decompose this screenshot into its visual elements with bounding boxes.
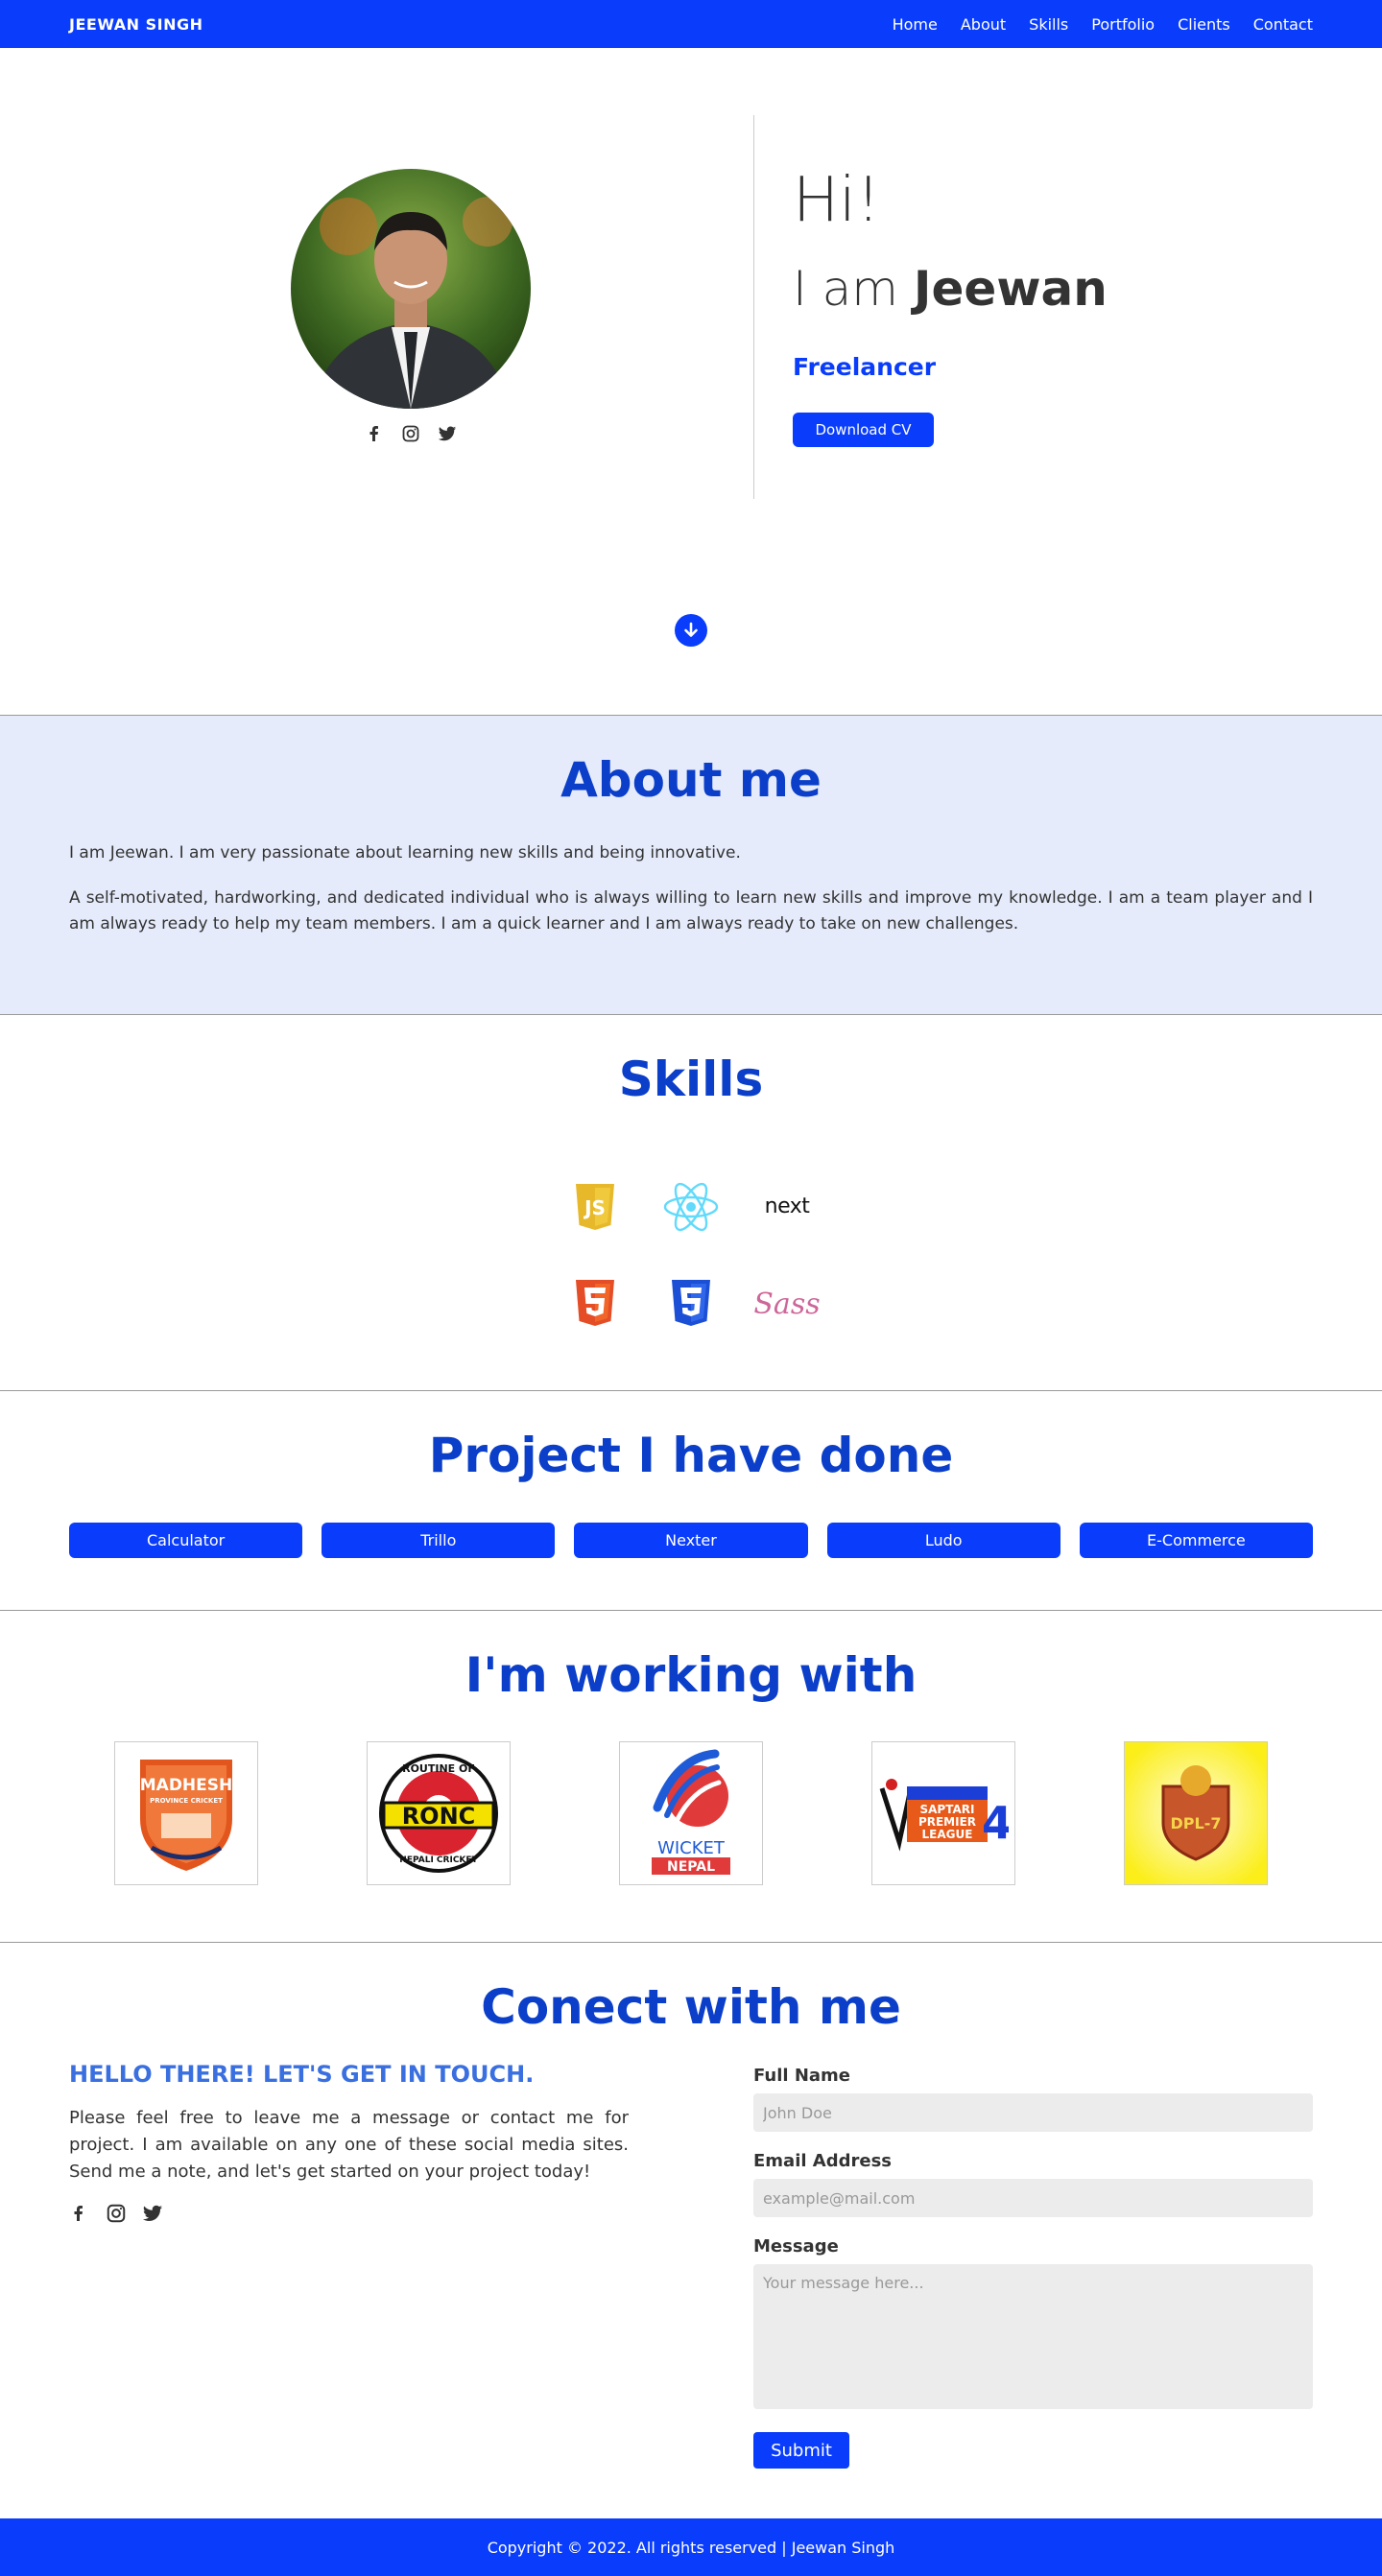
twitter-icon[interactable] (438, 424, 457, 443)
message-textarea[interactable] (753, 2264, 1313, 2409)
wicket-logo-subtitle: NEPAL (667, 1859, 715, 1875)
full-name-label: Full Name (753, 2066, 850, 2086)
about-paragraph-1: I am Jeewan. I am very passionate about … (69, 843, 741, 863)
svg-text:JS: JS (583, 1196, 606, 1219)
skills-grid: JS next Sass (547, 1159, 835, 1351)
nav-links: Home About Skills Portfolio Clients Cont… (870, 15, 1313, 34)
facebook-icon[interactable] (365, 424, 384, 443)
dpl-logo-text: DPL-7 (1171, 1814, 1222, 1832)
instagram-icon[interactable] (401, 424, 420, 443)
ronc-logo-bottom: NEPALI CRICKET (399, 1855, 478, 1865)
projects-section: Project I have done Calculator Trillo Ne… (0, 1391, 1382, 1611)
react-icon (643, 1159, 739, 1255)
contact-form: Full Name Email Address Message Submit (753, 2066, 1313, 2469)
message-label: Message (753, 2236, 839, 2257)
hero-role: Freelancer (793, 353, 937, 381)
contact-social-links (69, 2203, 629, 2223)
projects-list: Calculator Trillo Nexter Ludo E-Commerce (69, 1523, 1314, 1558)
hero-name: Jeewan (913, 261, 1108, 317)
skills-section: Skills JS next Sass (0, 1015, 1382, 1391)
sass-label: Sass (753, 1288, 820, 1321)
wicket-logo-title: WICKET (657, 1838, 726, 1858)
email-input[interactable] (753, 2179, 1313, 2217)
css3-icon (643, 1255, 739, 1351)
project-button-trillo[interactable]: Trillo (322, 1523, 556, 1558)
saptari-logo-line1: SAPTARI (920, 1803, 975, 1816)
nextjs-label: next (765, 1195, 811, 1218)
top-navbar: JEEWAN SINGH Home About Skills Portfolio… (0, 0, 1382, 48)
madhesh-logo-subtitle: PROVINCE CRICKET (150, 1797, 223, 1805)
project-button-ecommerce[interactable]: E-Commerce (1079, 1523, 1314, 1558)
saptari-logo-number: 4 (982, 1797, 1009, 1849)
contact-title: Conect with me (481, 1979, 901, 2035)
nav-link-portfolio[interactable]: Portfolio (1091, 15, 1155, 34)
client-logo-madhesh[interactable]: MADHESH PROVINCE CRICKET (114, 1741, 258, 1885)
clients-title: I'm working with (465, 1647, 917, 1703)
contact-section: Conect with me HELLO THERE! LET'S GET IN… (0, 1943, 1382, 2518)
about-paragraph-2: A self-motivated, hardworking, and dedic… (69, 888, 1313, 934)
saptari-logo-line2: PREMIER (918, 1815, 976, 1829)
project-button-ludo[interactable]: Ludo (826, 1523, 1060, 1558)
contact-text: Please feel free to leave me a message o… (69, 2108, 629, 2182)
clients-section: I'm working with MADHESH PROVINCE CRICKE… (0, 1611, 1382, 1943)
nav-link-skills[interactable]: Skills (1029, 15, 1068, 34)
client-logo-saptari-premier-league[interactable]: SAPTARI PREMIER LEAGUE 4 (871, 1741, 1015, 1885)
about-title: About me (560, 752, 822, 808)
project-button-calculator[interactable]: Calculator (69, 1523, 303, 1558)
hero-divider (753, 115, 754, 499)
nav-link-clients[interactable]: Clients (1178, 15, 1230, 34)
client-logo-dpl[interactable]: DPL-7 (1124, 1741, 1268, 1885)
download-cv-button[interactable]: Download CV (793, 413, 934, 447)
saptari-logo-line3: LEAGUE (922, 1828, 973, 1841)
hero-social-links (365, 424, 457, 443)
footer-copyright: Copyright © 2022. All rights reserved | … (487, 2538, 895, 2557)
arrow-down-icon (684, 622, 698, 637)
submit-button[interactable]: Submit (753, 2432, 849, 2469)
nextjs-icon: next (739, 1159, 835, 1255)
sass-icon: Sass (739, 1255, 835, 1351)
projects-title: Project I have done (428, 1428, 954, 1483)
ronc-logo-top: ROUTINE OF (402, 1762, 475, 1775)
client-logo-wicket-nepal[interactable]: WICKET NEPAL (619, 1741, 763, 1885)
nav-link-about[interactable]: About (961, 15, 1006, 34)
nav-link-contact[interactable]: Contact (1253, 15, 1313, 34)
hero-section: Hi! I am Jeewan Freelancer Download CV (0, 48, 1382, 715)
facebook-icon[interactable] (69, 2203, 88, 2222)
contact-heading: HELLO THERE! LET'S GET IN TOUCH. (69, 2061, 535, 2088)
client-logo-ronc[interactable]: ROUTINE OF RONC NEPALI CRICKET (367, 1741, 511, 1885)
hero-intro: I am Jeewan (793, 261, 1108, 317)
html5-icon (547, 1255, 643, 1351)
skills-title: Skills (618, 1052, 764, 1107)
javascript-icon: JS (547, 1159, 643, 1255)
twitter-icon[interactable] (142, 2203, 163, 2222)
project-button-nexter[interactable]: Nexter (574, 1523, 808, 1558)
clients-list: MADHESH PROVINCE CRICKET ROUTINE OF RONC… (114, 1741, 1268, 1885)
instagram-icon[interactable] (106, 2203, 126, 2223)
about-section: About me I am Jeewan. I am very passiona… (0, 715, 1382, 1015)
contact-info: HELLO THERE! LET'S GET IN TOUCH. Please … (69, 2061, 629, 2223)
email-label: Email Address (753, 2151, 893, 2171)
madhesh-logo-title: MADHESH (140, 1776, 233, 1795)
nav-link-home[interactable]: Home (893, 15, 938, 34)
brand-logo-text[interactable]: JEEWAN SINGH (69, 15, 203, 34)
full-name-input[interactable] (753, 2093, 1313, 2132)
hero-intro-text: I am (793, 261, 898, 317)
ronc-logo-main: RONC (402, 1803, 476, 1830)
scroll-down-button[interactable] (675, 614, 707, 647)
hero-greeting: Hi! (793, 165, 881, 236)
profile-photo (291, 169, 531, 409)
footer: Copyright © 2022. All rights reserved | … (0, 2518, 1382, 2576)
